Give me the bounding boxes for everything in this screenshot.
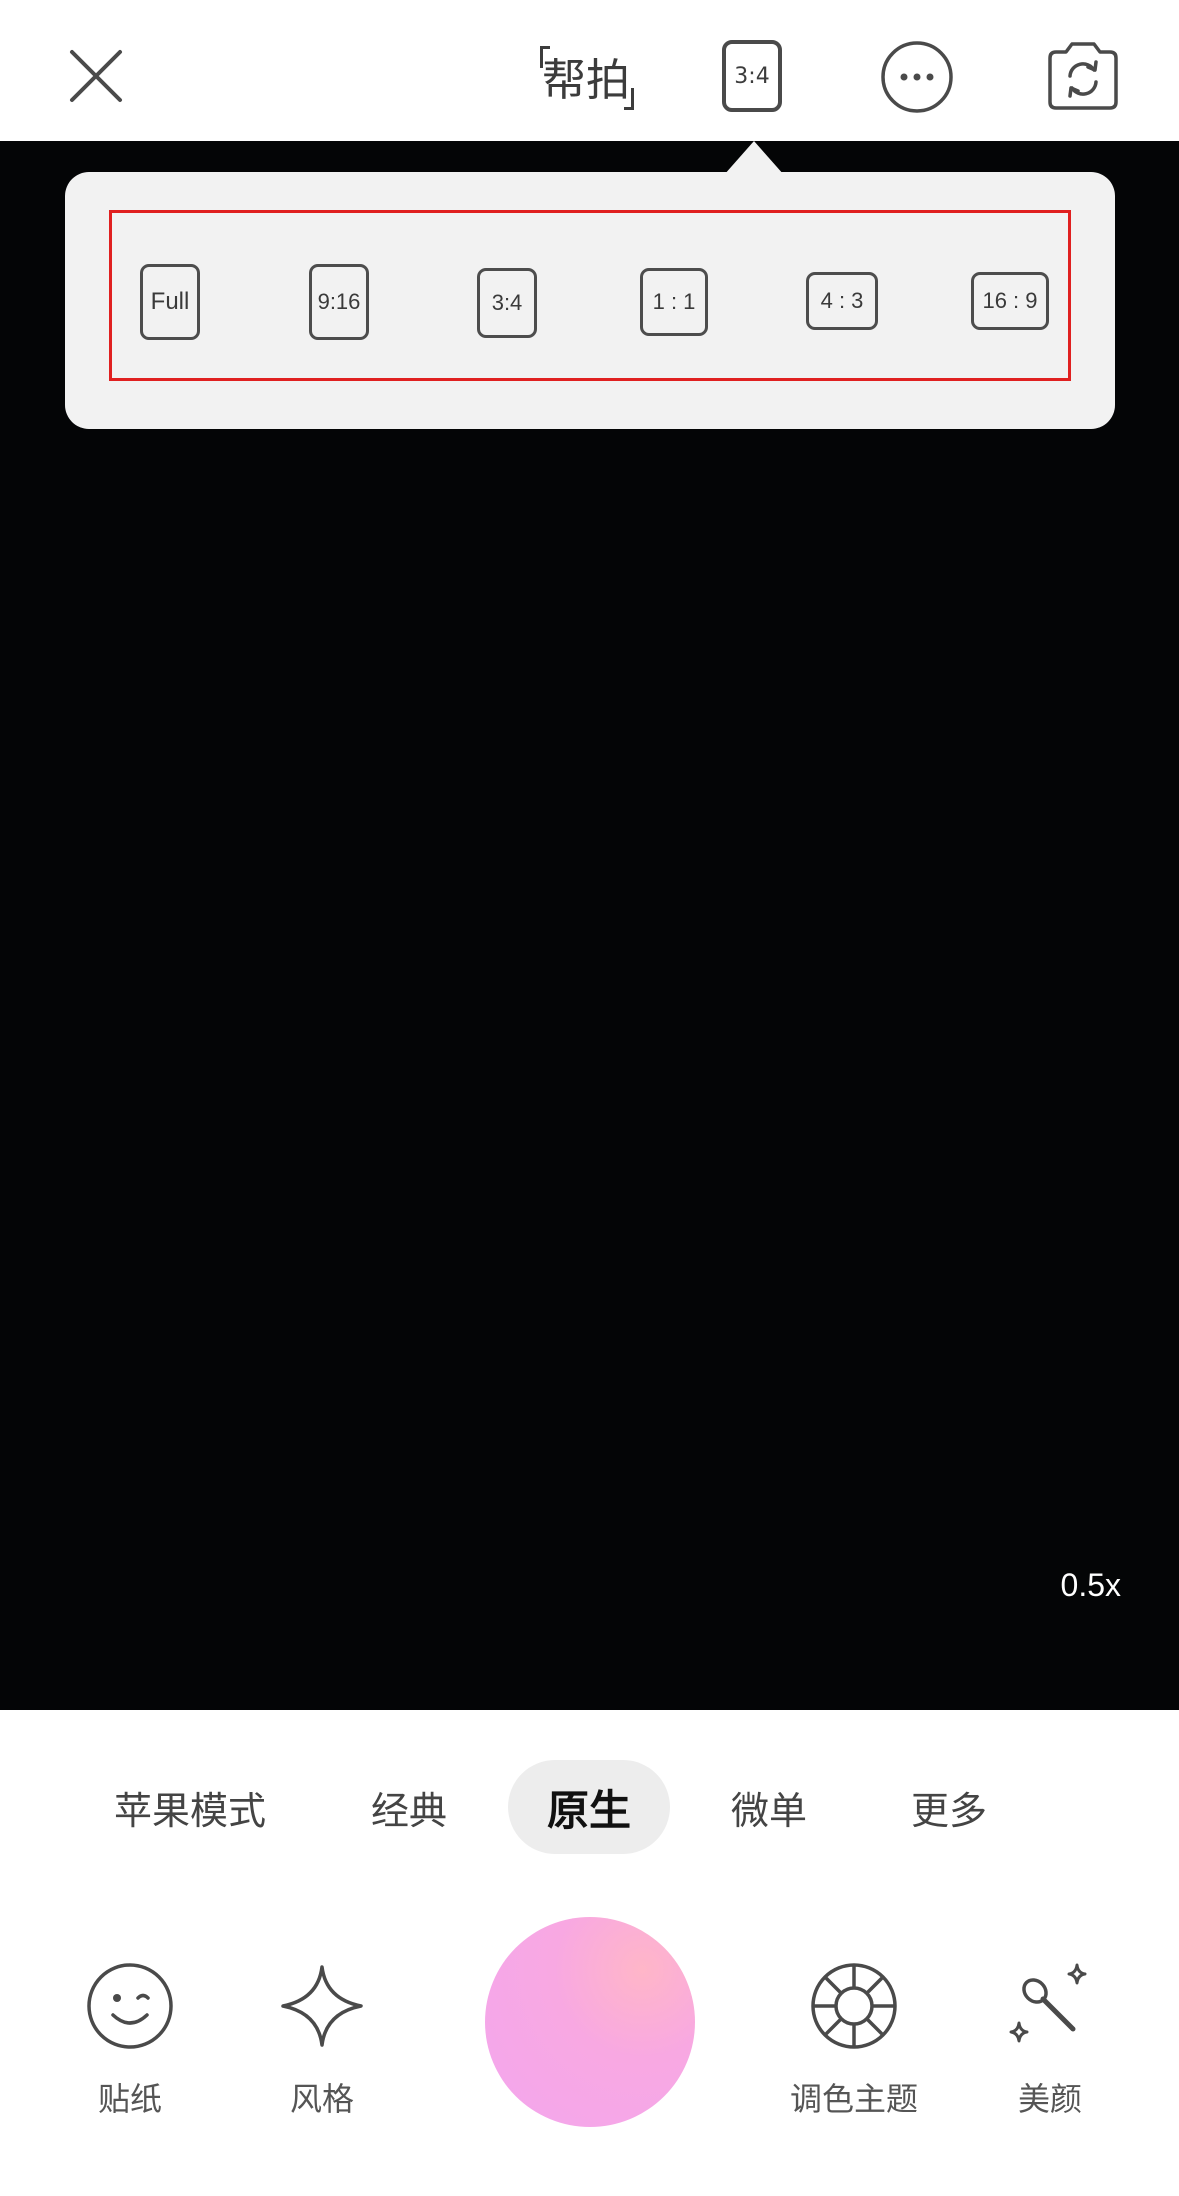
help-shoot-label: 帮拍: [542, 55, 630, 106]
aspect-ratio-popup: Full 9:16 3:4 1 : 1 4 : 3 16 : 9: [65, 172, 1115, 429]
sticker-label: 贴纸: [97, 2080, 162, 2118]
mode-selector: 苹果模式 经典 原生 微单 更多: [0, 1760, 1179, 1854]
bottom-panel: 苹果模式 经典 原生 微单 更多 贴纸 风格 调色主题 美颜: [0, 1710, 1179, 2196]
sticker-button[interactable]: 贴纸: [80, 1958, 180, 2120]
popup-arrow: [724, 141, 784, 175]
more-button[interactable]: [880, 40, 954, 114]
zoom-level[interactable]: 0.5x: [1061, 1567, 1121, 1604]
bracket-icon: [624, 88, 634, 110]
ratio-option-1-1[interactable]: 1 : 1: [640, 268, 708, 336]
camera-flip-button[interactable]: [1044, 40, 1122, 112]
mode-apple[interactable]: 苹果模式: [100, 1760, 280, 1854]
mode-mirrorless[interactable]: 微单: [718, 1760, 820, 1854]
close-icon: [70, 50, 122, 102]
aperture-icon: [811, 1963, 897, 2049]
style-label: 风格: [289, 2080, 354, 2118]
camera-flip-icon: [1048, 42, 1118, 110]
mode-more[interactable]: 更多: [898, 1760, 1000, 1854]
magic-wand-icon: [1009, 1963, 1087, 2043]
ratio-option-full[interactable]: Full: [140, 264, 200, 340]
beauty-label: 美颜: [1017, 2080, 1082, 2118]
more-icon: [881, 41, 953, 113]
color-theme-label: 调色主题: [789, 2080, 918, 2118]
sparkle-icon: [281, 1965, 363, 2047]
beauty-button[interactable]: 美颜: [1000, 1958, 1100, 2120]
ratio-option-4-3[interactable]: 4 : 3: [806, 272, 878, 330]
mode-classic[interactable]: 经典: [358, 1760, 460, 1854]
color-theme-button[interactable]: 调色主题: [774, 1958, 934, 2120]
top-bar: 帮拍 3:4: [0, 0, 1179, 141]
ratio-option-16-9[interactable]: 16 : 9: [971, 272, 1049, 330]
ratio-option-9-16[interactable]: 9:16: [309, 264, 369, 340]
ratio-option-3-4[interactable]: 3:4: [477, 268, 537, 338]
close-button[interactable]: [60, 40, 132, 112]
smiley-icon: [87, 1963, 173, 2049]
aspect-ratio-button[interactable]: 3:4: [722, 40, 782, 112]
aspect-ratio-label: 3:4: [734, 63, 770, 89]
highlight-box: [109, 210, 1071, 381]
shutter-button[interactable]: [485, 1917, 695, 2127]
bracket-icon: [540, 46, 550, 68]
style-button[interactable]: 风格: [272, 1958, 372, 2120]
help-shoot-button[interactable]: 帮拍: [528, 36, 644, 116]
mode-native-selected[interactable]: 原生: [508, 1760, 670, 1854]
